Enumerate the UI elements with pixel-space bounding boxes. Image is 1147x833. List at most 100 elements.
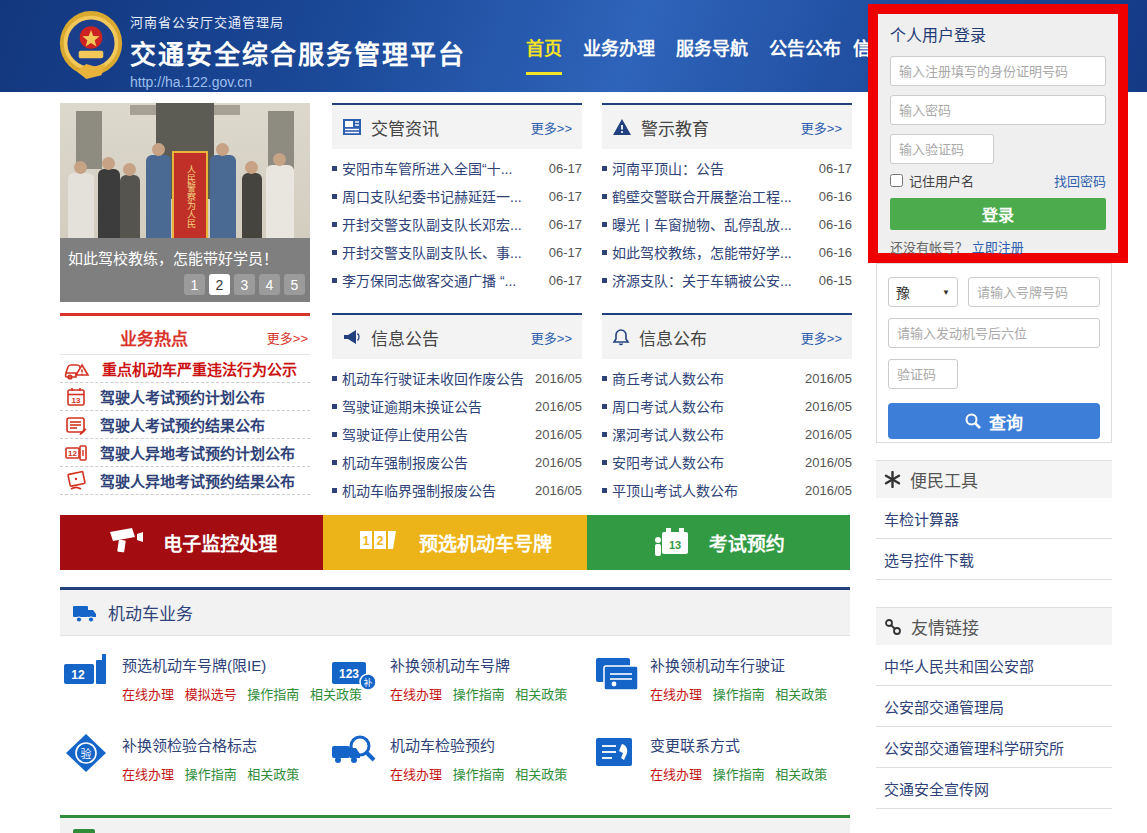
banner-electronic-monitoring[interactable]: 电子监控处理 — [60, 515, 323, 570]
news-item[interactable]: 李万保同志做客交通广播 “...06-17 — [332, 266, 582, 294]
panel-more-link[interactable]: 更多>> — [531, 118, 572, 137]
service-link[interactable]: 在线办理 — [650, 767, 702, 782]
news-item[interactable]: 驾驶证逾期未换证公告2016/05 — [332, 392, 582, 420]
pager-1[interactable]: 1 — [184, 274, 205, 295]
friend-link-traffic-bureau[interactable]: 公安部交通管理局 — [876, 686, 1112, 727]
nav-service-guide[interactable]: 服务导航 — [676, 34, 748, 60]
inspection-search-icon — [330, 732, 378, 774]
nav-announcements[interactable]: 公告公布 — [769, 34, 841, 60]
remember-username-checkbox[interactable] — [890, 174, 903, 187]
register-link[interactable]: 立即注册 — [972, 240, 1024, 255]
hot-item-remote-exam-plan[interactable]: 12 驾驶人异地考试预约计划公布 — [60, 439, 310, 467]
service-link[interactable]: 操作指南 — [185, 767, 237, 782]
news-item[interactable]: 安阳市车管所进入全国“十...06-17 — [332, 154, 582, 182]
tool-link-vehicle-check-calculator[interactable]: 车检计算器 — [876, 498, 1112, 539]
friend-link-safety-site[interactable]: 交通安全宣传网 — [876, 768, 1112, 809]
service-link[interactable]: 相关政策 — [247, 767, 299, 782]
hot-item-exam-result[interactable]: 驾驶人考试预约结果公布 — [60, 411, 310, 439]
query-button[interactable]: 查询 — [888, 403, 1100, 439]
service-link[interactable]: 在线办理 — [390, 767, 442, 782]
service-title: 变更联系方式 — [650, 734, 834, 755]
news-carousel[interactable]: 人民警察为人民 肇事逃逸 如此驾校教练，怎能带好学员！ 1 2 3 4 5 — [60, 103, 310, 302]
news-item[interactable]: 漯河考试人数公布2016/05 — [602, 420, 852, 448]
service-link[interactable]: 操作指南 — [713, 767, 765, 782]
hot-more-link[interactable]: 更多>> — [267, 328, 308, 347]
panel-title: 信息公布 — [639, 325, 707, 350]
tools-links: 车检计算器 选号控件下载 — [876, 498, 1112, 580]
id-number-field[interactable] — [890, 56, 1106, 86]
news-item[interactable]: 机动车临界强制报废公告2016/05 — [332, 476, 582, 504]
friend-link-mps[interactable]: 中华人民共和国公安部 — [876, 645, 1112, 686]
news-item[interactable]: 机动车强制报废公告2016/05 — [332, 448, 582, 476]
friend-link-research-institute[interactable]: 公安部交通管理科学研究所 — [876, 727, 1112, 768]
police-badge-logo — [58, 9, 124, 83]
news-item[interactable]: 如此驾校教练，怎能带好学...06-16 — [602, 238, 852, 266]
nav-home[interactable]: 首页 — [526, 34, 562, 60]
news-item[interactable]: 济源支队：关于车辆被公安...06-15 — [602, 266, 852, 294]
pager-3[interactable]: 3 — [234, 274, 255, 295]
news-item[interactable]: 机动车行驶证未收回作废公告2016/05 — [332, 364, 582, 392]
province-select[interactable]: 豫 ▼ — [888, 277, 958, 307]
panel-more-link[interactable]: 更多>> — [801, 328, 842, 347]
service-link[interactable]: 在线办理 — [122, 687, 174, 702]
banner-exam-appointment[interactable]: 13 考试预约 — [587, 515, 850, 570]
service-link[interactable]: 操作指南 — [247, 687, 299, 702]
news-item[interactable]: 周口考试人数公布2016/05 — [602, 392, 852, 420]
page-title: 交通安全综合服务管理平台 — [130, 34, 466, 71]
panel-more-link[interactable]: 更多>> — [801, 118, 842, 137]
banner-plate-preselection[interactable]: 12 预选机动车号牌 — [323, 515, 586, 570]
service-link[interactable]: 操作指南 — [453, 767, 505, 782]
forgot-password-link[interactable]: 找回密码 — [1054, 171, 1106, 190]
query-captcha-field[interactable] — [888, 359, 958, 389]
news-item[interactable]: 开封交警支队副支队长、事...06-17 — [332, 238, 582, 266]
megaphone-icon — [342, 328, 362, 346]
captcha-field[interactable] — [890, 134, 994, 164]
svg-text:补: 补 — [363, 677, 372, 688]
svg-text:1: 1 — [363, 534, 370, 548]
service-link[interactable]: 模拟选号 — [185, 687, 237, 702]
plate-number-field[interactable] — [968, 277, 1100, 307]
tool-link-plate-control-download[interactable]: 选号控件下载 — [876, 539, 1112, 580]
news-item[interactable]: 曝光丨车窗抛物、乱停乱放...06-16 — [602, 210, 852, 238]
login-button[interactable]: 登录 — [890, 198, 1106, 230]
service-link[interactable]: 相关政策 — [515, 767, 567, 782]
news-item[interactable]: 驾驶证停止使用公告2016/05 — [332, 420, 582, 448]
service-link[interactable]: 在线办理 — [390, 687, 442, 702]
newspaper-icon — [342, 118, 362, 136]
carousel-caption-bar: 如此驾校教练，怎能带好学员！ 1 2 3 4 5 — [60, 238, 310, 302]
warning-education-panel: 警示教育 更多>> 河南平顶山：公告06-17 鹤壁交警联合开展整治工程...0… — [602, 103, 852, 294]
plate-select-icon: 12 — [62, 652, 110, 694]
news-item[interactable]: 平顶山考试人数公布2016/05 — [602, 476, 852, 504]
hot-item-exam-plan[interactable]: 13 驾驶人考试预约计划公布 — [60, 383, 310, 411]
service-link[interactable]: 操作指南 — [453, 687, 505, 702]
service-title: 补换领检验合格标志 — [122, 734, 306, 755]
service-link[interactable]: 相关政策 — [775, 687, 827, 702]
service-link[interactable]: 在线办理 — [122, 767, 174, 782]
news-item[interactable]: 开封交警支队副支队长邓宏...06-17 — [332, 210, 582, 238]
calendar-result-icon — [64, 413, 88, 437]
news-item[interactable]: 商丘考试人数公布2016/05 — [602, 364, 852, 392]
nav-business[interactable]: 业务办理 — [583, 34, 655, 60]
chain-link-icon — [884, 618, 902, 636]
service-link[interactable]: 相关政策 — [515, 687, 567, 702]
service-link[interactable]: 相关政策 — [775, 767, 827, 782]
service-link[interactable]: 在线办理 — [650, 687, 702, 702]
service-item-inspection-appointment: 机动车检验预约 在线办理 操作指南 相关政策 — [330, 732, 592, 783]
news-item[interactable]: 周口支队纪委书记赫延廷一...06-17 — [332, 182, 582, 210]
svg-text:12: 12 — [68, 449, 77, 458]
hot-item-remote-exam-result[interactable]: 驾驶人异地考试预约结果公布 — [60, 467, 310, 495]
banner-label: 预选机动车号牌 — [419, 529, 552, 556]
hot-item-violations[interactable]: 重点机动车严重违法行为公示 — [60, 355, 310, 383]
pager-4[interactable]: 4 — [259, 274, 280, 295]
news-item[interactable]: 河南平顶山：公告06-17 — [602, 154, 852, 182]
personal-login-panel: 个人用户登录 记住用户名 找回密码 登录 还没有帐号？ 立即注册 — [868, 4, 1128, 263]
pager-2[interactable]: 2 — [209, 274, 230, 295]
panel-more-link[interactable]: 更多>> — [531, 328, 572, 347]
engine-number-field[interactable] — [888, 318, 1100, 348]
service-link[interactable]: 操作指南 — [713, 687, 765, 702]
news-item[interactable]: 安阳考试人数公布2016/05 — [602, 448, 852, 476]
pager-5[interactable]: 5 — [284, 274, 305, 295]
news-item[interactable]: 鹤壁交警联合开展整治工程...06-16 — [602, 182, 852, 210]
section-title: 驾驶证业务 — [106, 828, 191, 833]
password-field[interactable] — [890, 95, 1106, 125]
